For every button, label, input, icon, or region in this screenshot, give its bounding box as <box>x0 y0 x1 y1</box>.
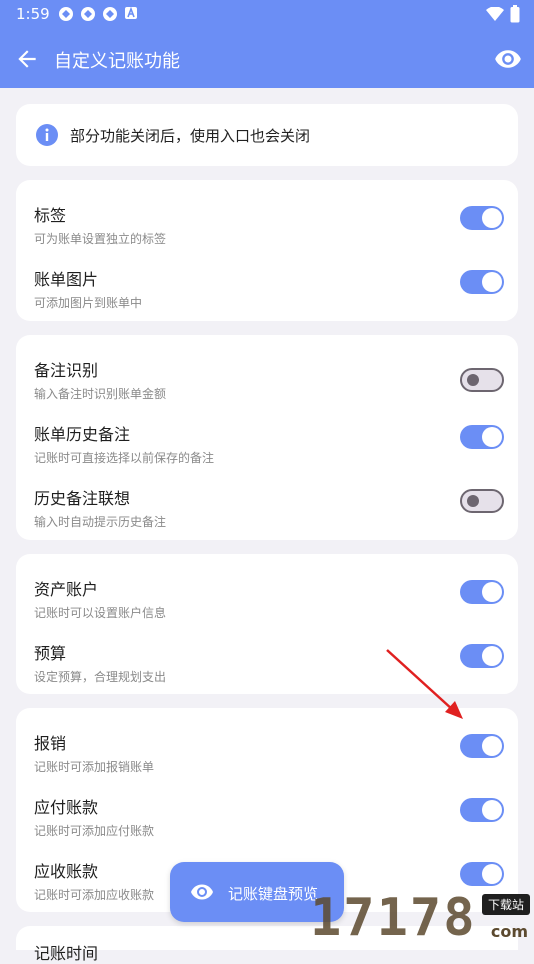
feature-subtitle: 记账时可添加应付账款 <box>34 824 155 838</box>
payables-toggle[interactable] <box>460 798 504 822</box>
toggle-knob <box>482 736 502 756</box>
arrow-left-icon[interactable] <box>14 46 40 72</box>
status-bar: 1:59 <box>0 0 534 30</box>
reimbursement-toggle[interactable] <box>460 734 504 758</box>
toggle-knob <box>467 495 479 507</box>
feature-title: 资产账户 <box>34 580 99 599</box>
feature-row-bill-images[interactable]: 账单图片 可添加图片到账单中 <box>16 250 518 314</box>
feature-row-note-history[interactable]: 账单历史备注 记账时可直接选择以前保存的备注 <box>16 405 518 469</box>
app-notification-icon <box>59 7 73 21</box>
feature-title: 预算 <box>34 644 67 663</box>
feature-title-record-time: 记账时间 <box>34 944 99 963</box>
feature-title: 报销 <box>34 734 67 753</box>
feature-title: 标签 <box>34 206 67 225</box>
feature-row-tags[interactable]: 标签 可为账单设置独立的标签 <box>16 186 518 250</box>
feature-row-reimbursement[interactable]: 报销 记账时可添加报销账单 <box>16 714 518 778</box>
app-notification-icon <box>103 7 117 21</box>
watermark-tag: 下载站 <box>481 894 530 915</box>
app-a-icon <box>125 6 137 19</box>
info-card: 部分功能关闭后，使用入口也会关闭 <box>16 104 518 166</box>
feature-group-2: 备注识别 输入备注时识别账单金额 账单历史备注 记账时可直接选择以前保存的备注 … <box>16 335 518 540</box>
wifi-icon <box>486 7 504 21</box>
feature-subtitle: 输入时自动提示历史备注 <box>34 515 167 529</box>
eye-icon[interactable] <box>494 45 522 73</box>
feature-title: 历史备注联想 <box>34 489 131 508</box>
battery-icon <box>510 5 520 23</box>
app-bar: 自定义记账功能 <box>0 30 534 88</box>
note-suggest-toggle[interactable] <box>460 489 504 513</box>
feature-subtitle: 记账时可以设置账户信息 <box>34 606 167 620</box>
asset-accounts-toggle[interactable] <box>460 580 504 604</box>
site-watermark: 17178 下载站 com <box>310 880 534 950</box>
toggle-knob <box>467 374 479 386</box>
feature-row-note-recognition[interactable]: 备注识别 输入备注时识别账单金额 <box>16 341 518 405</box>
note-recognition-toggle[interactable] <box>460 368 504 392</box>
tags-toggle[interactable] <box>460 206 504 230</box>
info-text: 部分功能关闭后，使用入口也会关闭 <box>70 127 311 145</box>
feature-subtitle: 设定预算，合理规划支出 <box>34 670 167 684</box>
toggle-knob <box>482 208 502 228</box>
toggle-knob <box>482 427 502 447</box>
feature-subtitle: 可添加图片到账单中 <box>34 296 143 310</box>
notification-icons <box>58 6 138 22</box>
keyboard-preview-label: 记账键盘预览 <box>228 885 319 903</box>
bill-images-toggle[interactable] <box>460 270 504 294</box>
eye-icon <box>191 884 213 900</box>
app-notification-icon <box>81 7 95 21</box>
feature-subtitle: 可为账单设置独立的标签 <box>34 232 167 246</box>
feature-subtitle: 记账时可添加报销账单 <box>34 760 155 774</box>
feature-subtitle: 记账时可添加应收账款 <box>34 888 155 902</box>
status-time: 1:59 <box>16 5 50 23</box>
feature-title: 账单图片 <box>34 270 99 289</box>
info-icon <box>36 124 58 146</box>
toggle-knob <box>482 582 502 602</box>
toggle-knob <box>482 646 502 666</box>
status-right <box>486 5 520 23</box>
watermark-number: 17178 <box>310 888 477 948</box>
toggle-knob <box>482 272 502 292</box>
page-title: 自定义记账功能 <box>54 51 180 72</box>
feature-row-payables[interactable]: 应付账款 记账时可添加应付账款 <box>16 778 518 842</box>
feature-title: 应付账款 <box>34 798 99 817</box>
feature-row-asset-accounts[interactable]: 资产账户 记账时可以设置账户信息 <box>16 560 518 624</box>
annotation-arrow-icon <box>386 649 463 719</box>
feature-subtitle: 输入备注时识别账单金额 <box>34 387 167 401</box>
feature-subtitle: 记账时可直接选择以前保存的备注 <box>34 451 215 465</box>
note-history-toggle[interactable] <box>460 425 504 449</box>
feature-row-note-suggest[interactable]: 历史备注联想 输入时自动提示历史备注 <box>16 469 518 533</box>
feature-title: 账单历史备注 <box>34 425 131 444</box>
toggle-knob <box>482 800 502 820</box>
watermark-domain: com <box>490 922 528 941</box>
feature-title: 应收账款 <box>34 862 99 881</box>
feature-title: 备注识别 <box>34 361 99 380</box>
feature-group-1: 标签 可为账单设置独立的标签 账单图片 可添加图片到账单中 <box>16 180 518 321</box>
